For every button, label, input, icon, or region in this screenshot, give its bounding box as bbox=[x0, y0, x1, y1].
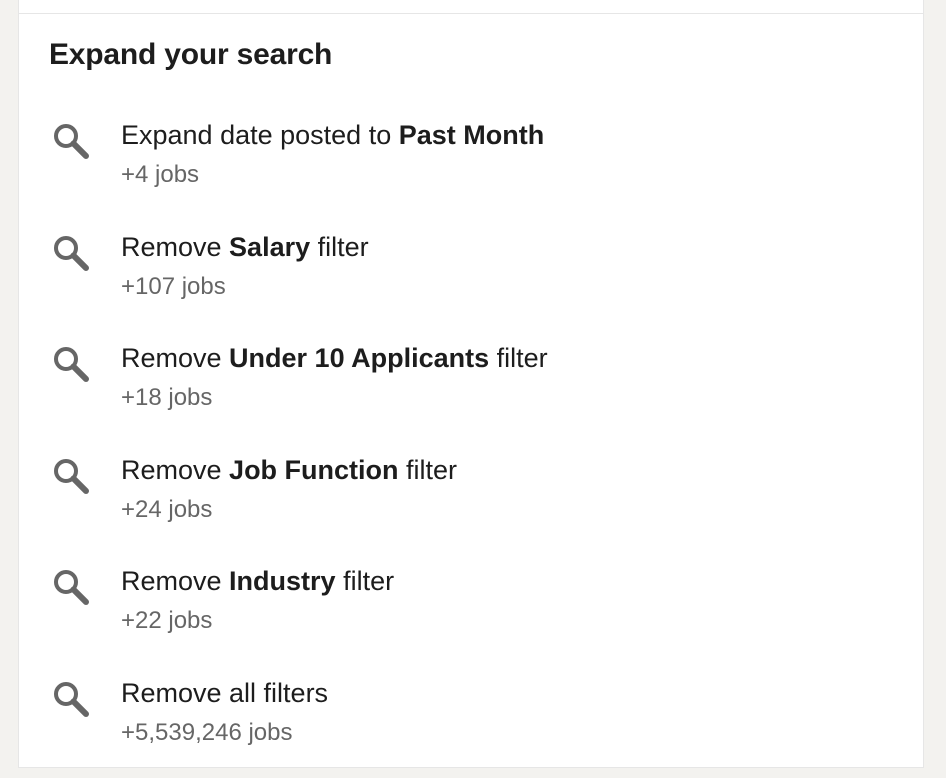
search-icon bbox=[52, 680, 92, 720]
suggestion-title: Remove Salary filter bbox=[121, 232, 369, 262]
suggestion-title: Remove all filters bbox=[121, 678, 329, 708]
search-icon bbox=[52, 234, 92, 274]
job-count: +22 jobs bbox=[121, 607, 213, 634]
suggestion-remove-job-function-filter[interactable]: Remove Job Function filter +24 jobs bbox=[19, 453, 923, 553]
job-count: +107 jobs bbox=[121, 273, 226, 300]
job-count: +4 jobs bbox=[121, 161, 200, 188]
search-icon bbox=[52, 568, 92, 608]
job-count: +18 jobs bbox=[121, 384, 213, 411]
suggestion-title: Expand date posted to Past Month bbox=[121, 120, 545, 150]
job-count: +24 jobs bbox=[121, 496, 213, 523]
job-count: +5,539,246 jobs bbox=[121, 719, 293, 746]
suggestion-title: Remove Industry filter bbox=[121, 566, 395, 596]
search-icon bbox=[52, 345, 92, 385]
suggestion-title: Remove Under 10 Applicants filter bbox=[121, 343, 548, 373]
expand-search-card: Expand your search Expand date posted to… bbox=[18, 0, 924, 768]
divider bbox=[19, 13, 923, 14]
suggestion-remove-all-filters[interactable]: Remove all filters +5,539,246 jobs bbox=[19, 676, 923, 776]
section-heading: Expand your search bbox=[49, 38, 333, 71]
search-icon bbox=[52, 122, 92, 162]
suggestion-expand-date-posted[interactable]: Expand date posted to Past Month +4 jobs bbox=[19, 118, 923, 218]
suggestion-remove-industry-filter[interactable]: Remove Industry filter +22 jobs bbox=[19, 564, 923, 664]
suggestion-title: Remove Job Function filter bbox=[121, 455, 458, 485]
suggestion-remove-salary-filter[interactable]: Remove Salary filter +107 jobs bbox=[19, 230, 923, 330]
search-icon bbox=[52, 457, 92, 497]
suggestion-remove-under-10-applicants-filter[interactable]: Remove Under 10 Applicants filter +18 jo… bbox=[19, 341, 923, 441]
